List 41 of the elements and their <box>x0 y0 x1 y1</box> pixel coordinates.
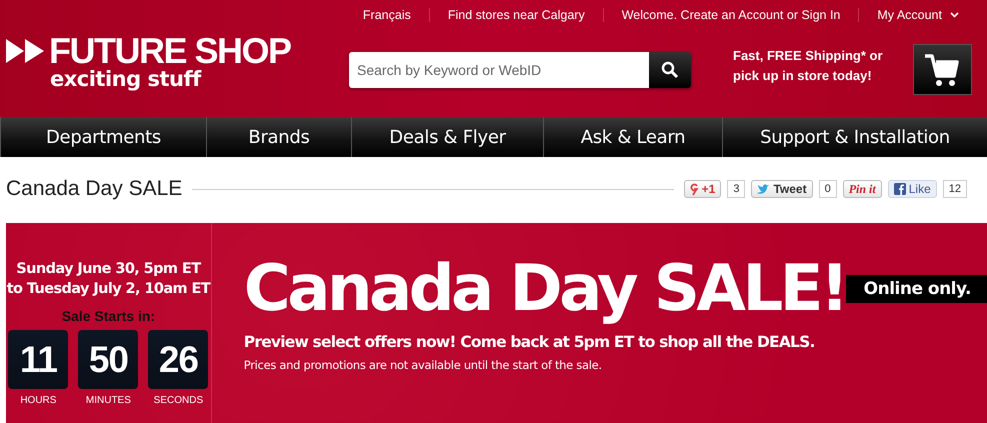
sale-subheading: Preview select offers now! Come back at 5pm ET to shop all the DEALS. <box>244 333 816 351</box>
share-count: 12 <box>942 180 967 198</box>
logo-tagline: exciting stuff <box>50 66 202 92</box>
search-button[interactable] <box>649 52 691 88</box>
share-count: 3 <box>727 180 746 198</box>
logo-text: FUTURE SHOP <box>49 36 291 66</box>
countdown-digits: 26 <box>148 330 208 389</box>
header-link[interactable]: Find stores near Calgary <box>428 8 603 22</box>
g-letter-icon <box>690 182 699 196</box>
nav-tab[interactable]: Ask & Learn <box>543 117 722 157</box>
nav-tab[interactable]: Brands <box>206 117 351 157</box>
header-link[interactable]: Welcome. Create an Account or Sign In <box>602 8 858 22</box>
f-letter-icon <box>894 183 906 195</box>
countdown-digits: 11 <box>8 330 68 389</box>
page-title: Canada Day SALE <box>6 177 182 201</box>
countdown-digits: 50 <box>78 330 138 389</box>
fast-forward-icon <box>6 39 44 63</box>
pin-button[interactable]: Pin it <box>842 180 882 198</box>
online-only-badge: Online only. <box>846 275 987 303</box>
like-button[interactable]: Like <box>888 180 937 198</box>
sale-dates: Sunday June 30, 5pm ET to Tuesday July 2, 10am ET <box>6 260 210 299</box>
chevron-down-icon <box>950 12 959 18</box>
cart-button[interactable] <box>912 44 972 95</box>
cart-icon <box>924 52 960 86</box>
shipping-promo: Fast, FREE Shipping* or pick up in store today! <box>733 47 883 85</box>
countdown-unit: MINUTES <box>86 395 131 406</box>
countdown-unit: HOURS <box>20 395 56 406</box>
nav-tab[interactable]: Support & Installation <box>722 117 987 157</box>
bird-icon <box>757 184 770 194</box>
nav-tab[interactable]: Departments <box>0 117 206 157</box>
header-link[interactable]: Français <box>344 8 429 22</box>
sale-note: Prices and promotions are not available until the start of the sale. <box>244 358 603 372</box>
countdown-unit: SECONDS <box>154 395 204 406</box>
countdown-label: Sale Starts in: <box>62 308 156 324</box>
plus-one-button[interactable]: +1 <box>684 180 722 198</box>
tweet-button[interactable]: Tweet <box>751 180 813 198</box>
share-count: 0 <box>818 180 837 198</box>
nav-tab[interactable]: Deals & Flyer <box>351 117 543 157</box>
sale-headline: Canada Day SALE! <box>244 251 846 328</box>
account-menu[interactable]: My Account <box>858 8 977 22</box>
search-icon <box>661 61 679 79</box>
